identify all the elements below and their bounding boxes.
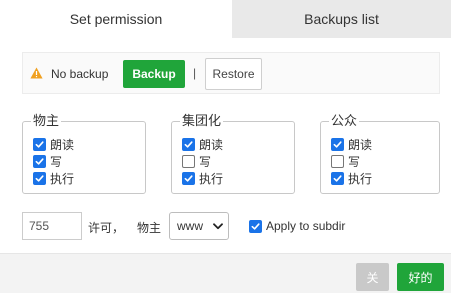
perm-row-public-read[interactable]: 朗读 bbox=[331, 136, 372, 152]
perm-label: 执行 bbox=[348, 171, 373, 186]
owner-select[interactable]: www bbox=[169, 212, 229, 240]
tab-backups-list[interactable]: Backups list bbox=[232, 0, 451, 38]
perm-label: 写 bbox=[348, 154, 361, 169]
checkbox-owner-read[interactable] bbox=[33, 137, 46, 151]
group-title-public: 公众 bbox=[329, 113, 360, 129]
checkbox-apply-subdir[interactable] bbox=[249, 219, 262, 233]
checkbox-owner-execute[interactable] bbox=[33, 171, 46, 185]
group-title-owner: 物主 bbox=[31, 113, 62, 129]
perm-row-owner-execute[interactable]: 执行 bbox=[33, 170, 74, 186]
perm-label: 朗读 bbox=[199, 137, 224, 152]
checkbox-group-execute[interactable] bbox=[182, 171, 195, 185]
perm-label: 写 bbox=[50, 154, 63, 169]
close-button[interactable]: 关 bbox=[356, 263, 389, 291]
dialog-footer: 关 好的 bbox=[0, 253, 451, 293]
checkbox-group-read[interactable] bbox=[182, 137, 195, 151]
checkbox-public-read[interactable] bbox=[331, 137, 344, 151]
perm-row-public-execute[interactable]: 执行 bbox=[331, 170, 372, 186]
restore-button[interactable]: Restore bbox=[205, 58, 262, 90]
perm-row-owner-read[interactable]: 朗读 bbox=[33, 136, 74, 152]
checkbox-owner-write[interactable] bbox=[33, 154, 46, 168]
permission-value-input[interactable] bbox=[22, 212, 82, 240]
group-title-group: 集团化 bbox=[180, 113, 224, 129]
perm-label: 写 bbox=[199, 154, 212, 169]
permission-dialog: Set permission Backups list No backup Ba… bbox=[0, 0, 451, 293]
perm-label: 朗读 bbox=[50, 137, 75, 152]
ok-button[interactable]: 好的 bbox=[397, 263, 444, 291]
perm-row-group-write[interactable]: 写 bbox=[182, 153, 211, 169]
owner-label: 物主 bbox=[137, 221, 162, 235]
permission-label: 许可， bbox=[88, 221, 125, 235]
backup-bar: No backup Backup | Restore bbox=[22, 52, 440, 94]
public-permission-group: 公众 朗读 写 执行 bbox=[320, 113, 440, 194]
backup-button[interactable]: Backup bbox=[123, 60, 185, 88]
owner-select-value: www bbox=[177, 219, 203, 233]
perm-label: 执行 bbox=[50, 171, 75, 186]
tab-set-permission[interactable]: Set permission bbox=[0, 0, 232, 38]
perm-label: 朗读 bbox=[348, 137, 373, 152]
warning-icon bbox=[30, 67, 43, 79]
apply-subdir-row[interactable]: Apply to subdir bbox=[249, 218, 345, 234]
checkbox-group-write[interactable] bbox=[182, 154, 195, 168]
perm-row-group-execute[interactable]: 执行 bbox=[182, 170, 223, 186]
separator: | bbox=[193, 66, 197, 80]
owner-permission-group: 物主 朗读 写 执行 bbox=[22, 113, 146, 194]
perm-row-public-write[interactable]: 写 bbox=[331, 153, 360, 169]
perm-row-group-read[interactable]: 朗读 bbox=[182, 136, 223, 152]
apply-subdir-label: Apply to subdir bbox=[266, 219, 346, 233]
chevron-down-icon bbox=[213, 223, 223, 230]
checkbox-public-write[interactable] bbox=[331, 154, 344, 168]
checkbox-public-execute[interactable] bbox=[331, 171, 344, 185]
perm-row-owner-write[interactable]: 写 bbox=[33, 153, 62, 169]
perm-label: 执行 bbox=[199, 171, 224, 186]
group-permission-group: 集团化 朗读 写 执行 bbox=[171, 113, 295, 194]
backup-status-text: No backup bbox=[51, 67, 109, 81]
tab-bar: Set permission Backups list bbox=[0, 0, 451, 38]
